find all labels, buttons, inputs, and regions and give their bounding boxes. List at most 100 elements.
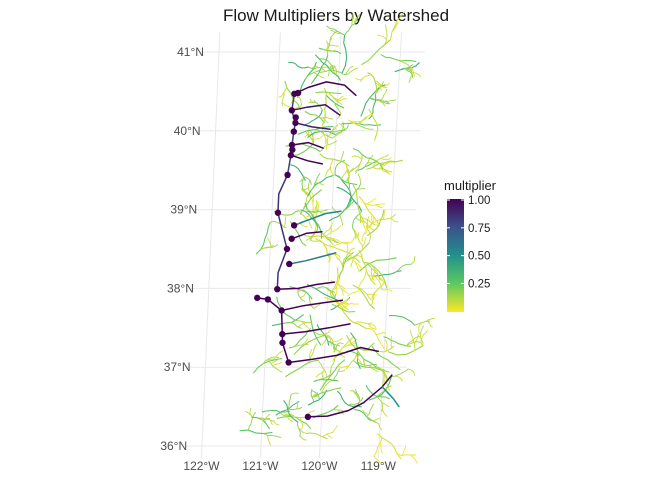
colorbar-legend: multiplier 1.00 0.75 0.50 0.25 xyxy=(444,178,497,312)
stream-segment xyxy=(355,77,363,81)
stream-segment xyxy=(390,336,393,349)
legend-tick-label: 0.25 xyxy=(468,278,490,290)
stream-segment xyxy=(378,339,385,350)
legend-tick-label: 0.75 xyxy=(468,223,490,235)
stream-segment xyxy=(239,429,273,435)
stream-segment xyxy=(338,123,346,131)
stream-network xyxy=(239,10,435,465)
stream-segment xyxy=(380,54,417,62)
lat-tick-label: 38°N xyxy=(167,281,194,295)
stream-segment xyxy=(396,453,417,456)
stream-segment xyxy=(355,162,361,175)
stream-segment xyxy=(401,444,407,456)
main-stem xyxy=(276,174,289,290)
outlet-point xyxy=(254,294,261,302)
main-stem xyxy=(290,230,323,240)
stream-segment xyxy=(355,187,366,192)
stream-segment xyxy=(384,24,388,46)
outlet-point xyxy=(283,245,291,253)
stream-segment xyxy=(274,350,284,358)
stream-segment xyxy=(283,216,287,228)
stream-segment xyxy=(375,332,387,335)
stream-segment xyxy=(290,392,300,396)
lat-tick-label: 41°N xyxy=(177,45,204,59)
stream-segment xyxy=(421,329,429,341)
stream-segment xyxy=(299,417,303,430)
stream-segment xyxy=(272,361,282,367)
stream-segment xyxy=(294,319,313,324)
stream-segment xyxy=(339,198,354,215)
outlet-point xyxy=(304,413,312,421)
stream-segment xyxy=(342,242,370,264)
stream-segment xyxy=(366,198,377,205)
outlet-point xyxy=(292,119,299,127)
stream-segment xyxy=(381,408,388,417)
outlet-point xyxy=(279,339,286,346)
stream-segment xyxy=(341,122,382,126)
stream-segment xyxy=(247,412,256,431)
stream-segment xyxy=(354,261,364,270)
stream-segment xyxy=(281,102,291,109)
stream-segment xyxy=(298,210,310,221)
stream-segment xyxy=(253,358,283,374)
stream-segment xyxy=(347,290,359,297)
stream-segment xyxy=(319,140,338,152)
stream-segment xyxy=(410,255,416,265)
lon-gridline xyxy=(200,32,221,458)
outlet-point xyxy=(290,128,298,135)
stream-segment xyxy=(383,336,412,347)
stream-segment xyxy=(337,175,358,186)
stream-segment xyxy=(340,151,345,163)
lon-tick-label: 120°W xyxy=(301,459,338,473)
stream-segment xyxy=(302,187,310,190)
stream-segment xyxy=(410,454,418,464)
lon-tick-label: 121°W xyxy=(242,459,279,473)
outlet-point xyxy=(288,107,296,114)
outlet-point xyxy=(292,114,299,121)
stream-segment xyxy=(388,345,424,356)
stream-segment xyxy=(371,345,401,370)
outlet-point xyxy=(288,235,295,242)
stream-segment xyxy=(263,433,282,438)
stream-segment xyxy=(321,431,334,437)
outlet-point xyxy=(285,359,292,366)
stream-segment xyxy=(341,34,348,74)
stream-segment xyxy=(299,291,307,299)
outlet-point xyxy=(284,171,291,179)
stream-segment xyxy=(314,133,325,140)
stream-segment xyxy=(407,368,416,376)
outlet-point xyxy=(264,296,272,303)
stream-segment xyxy=(325,433,333,439)
stream-segment xyxy=(411,71,422,78)
stream-segment xyxy=(366,210,385,237)
stream-segment xyxy=(344,17,358,36)
stream-segment xyxy=(249,407,253,419)
legend-tick-label: 0.50 xyxy=(468,251,490,263)
legend-title: multiplier xyxy=(444,178,497,193)
lat-tick-label: 40°N xyxy=(174,124,201,138)
outlet-point xyxy=(274,209,282,216)
stream-segment xyxy=(354,409,376,423)
stream-segment xyxy=(288,61,310,69)
stream-segment xyxy=(299,435,307,441)
stream-segment xyxy=(336,342,344,346)
outlet-point xyxy=(290,222,298,229)
stream-segment xyxy=(366,159,403,170)
stream-segment xyxy=(301,175,304,190)
outlet-points xyxy=(254,89,312,421)
stream-segment xyxy=(326,25,346,36)
stream-segment xyxy=(383,99,397,102)
main-stem xyxy=(288,252,337,265)
stream-segment xyxy=(351,302,359,305)
main-stem xyxy=(294,122,331,130)
stream-segment xyxy=(351,155,363,160)
stream-segment xyxy=(337,258,343,267)
lat-tick-label: 39°N xyxy=(170,203,197,217)
stream-segment xyxy=(380,288,393,292)
stream-segment xyxy=(309,348,313,361)
outlet-point xyxy=(294,89,302,97)
stream-segment xyxy=(314,387,342,397)
stream-segment xyxy=(361,236,367,248)
stream-segment xyxy=(384,339,388,352)
stream-segment xyxy=(380,442,383,454)
